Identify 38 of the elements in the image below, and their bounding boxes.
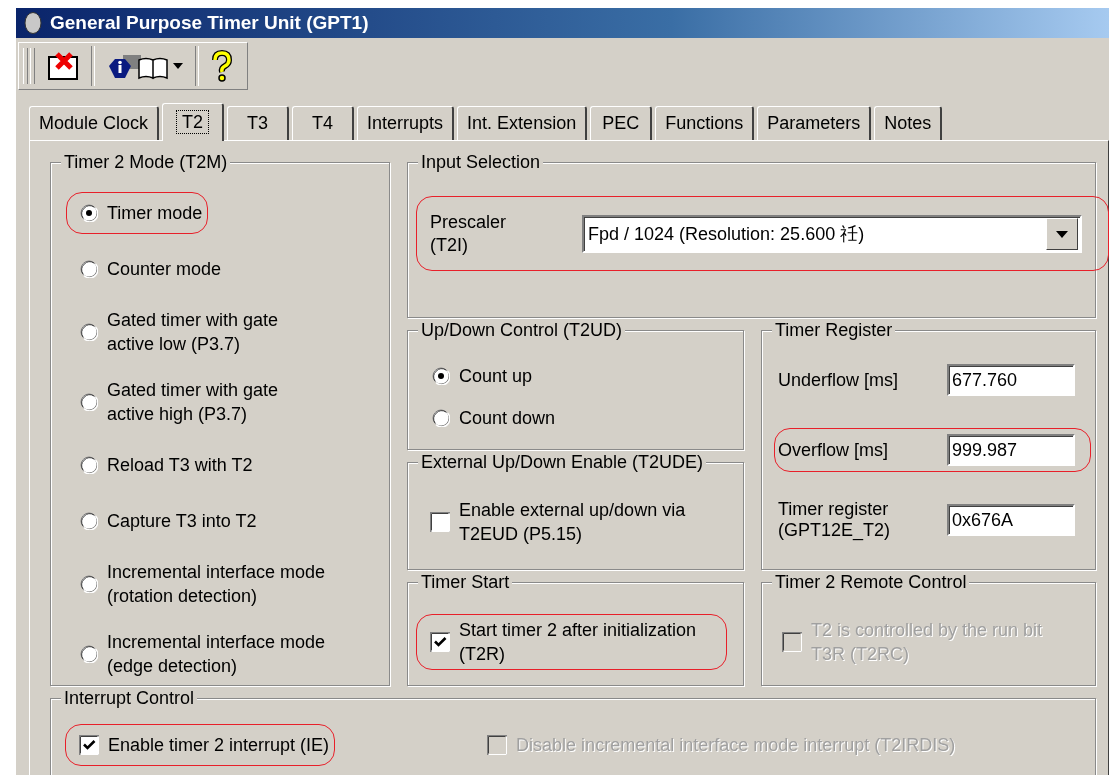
text-field[interactable]: 999.987: [947, 434, 1075, 466]
checkbox-option[interactable]: Start timer 2 after initialization (T2R): [430, 618, 721, 666]
caret-icon: [1056, 230, 1068, 238]
tab[interactable]: Module Clock: [29, 106, 160, 140]
window-title: General Purpose Timer Unit (GPT1): [50, 12, 369, 34]
text-field[interactable]: 0x676A: [947, 504, 1075, 536]
radio-option[interactable]: Gated timer with gate active low (P3.7): [80, 308, 328, 356]
text-field[interactable]: 677.760: [947, 364, 1075, 396]
caret-icon: [173, 63, 183, 69]
radio-option[interactable]: Incremental interface mode (rotation detection): [80, 560, 328, 608]
tab[interactable]: T3: [227, 106, 290, 140]
checkbox-option[interactable]: Enable external up/down via T2EUD (P5.15): [430, 498, 719, 546]
radio-option[interactable]: Count down: [432, 401, 556, 435]
help-icon: [211, 50, 233, 82]
radio-option[interactable]: Gated timer with gate active high (P3.7): [80, 378, 328, 426]
field-label: Prescaler (T2I): [430, 211, 508, 257]
field-label: Overflow [ms]: [778, 439, 889, 461]
radio-option[interactable]: Timer mode: [80, 196, 203, 230]
tab[interactable]: Notes: [874, 106, 943, 140]
tab[interactable]: T2: [162, 103, 225, 141]
tab[interactable]: Parameters: [757, 106, 872, 140]
tab[interactable]: Interrupts: [357, 106, 455, 140]
tab[interactable]: T4: [292, 106, 355, 140]
radio-option[interactable]: Counter mode: [80, 252, 222, 286]
radio-option[interactable]: Reload T3 with T2: [80, 448, 253, 482]
tab[interactable]: PEC: [590, 106, 653, 140]
head-icon: [22, 11, 44, 35]
tab[interactable]: Int. Extension: [457, 106, 588, 140]
tab[interactable]: Functions: [655, 106, 755, 140]
checkbox-option[interactable]: Enable timer 2 interrupt (IE): [79, 728, 330, 762]
field-label: Underflow [ms]: [778, 369, 900, 391]
radio-option[interactable]: Incremental interface mode (edge detection): [80, 630, 328, 678]
radio-option[interactable]: Capture T3 into T2: [80, 504, 257, 538]
window-close-icon: [47, 51, 79, 81]
radio-option[interactable]: Count up: [432, 359, 533, 393]
field-label: Timer register (GPT12E_T2): [778, 499, 892, 541]
dropdown-button[interactable]: [1046, 218, 1078, 250]
dropdown[interactable]: Fpd / 1024 (Resolution: 25.600 祍): [582, 215, 1082, 253]
